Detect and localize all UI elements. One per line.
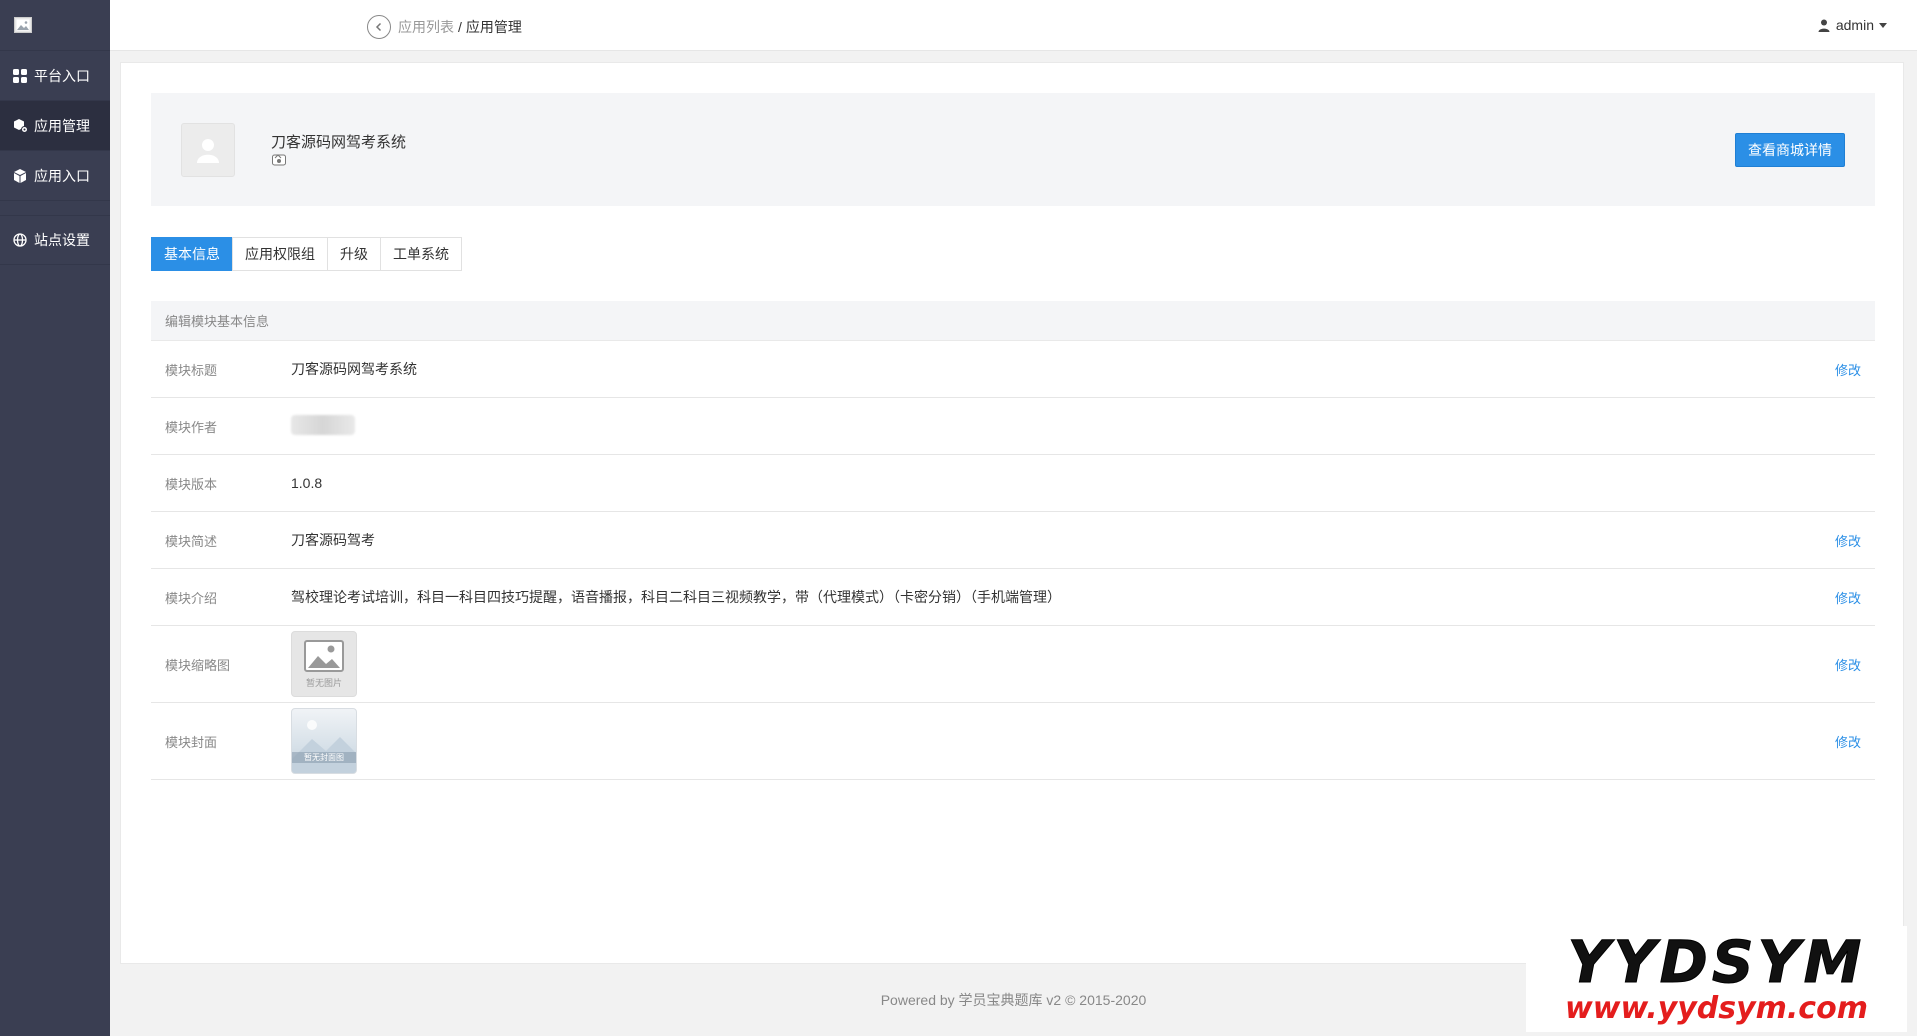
row-value: 驾校理论考试培训，科目一科目四技巧提醒，语音播报，科目二科目三视频教学，带（代理… xyxy=(291,589,1061,605)
tab-ticket-system[interactable]: 工单系统 xyxy=(380,237,462,271)
info-row-title: 模块标题 刀客源码网驾考系统 修改 xyxy=(151,341,1875,398)
back-button[interactable] xyxy=(367,15,391,39)
row-label: 模块版本 xyxy=(165,476,218,492)
topbar: 应用列表 / 应用管理 admin xyxy=(110,0,1917,51)
cube-icon xyxy=(12,168,28,184)
landscape-icon xyxy=(292,720,356,773)
edit-title-link[interactable]: 修改 xyxy=(1835,360,1861,379)
row-value: 刀客源码驾考 xyxy=(291,532,375,548)
tab-permission-groups[interactable]: 应用权限组 xyxy=(232,237,328,271)
user-menu[interactable]: admin xyxy=(1818,17,1887,33)
info-row-author: 模块作者 xyxy=(151,398,1875,455)
row-label: 模块封面 xyxy=(165,734,218,750)
sidebar: 平台入口 应用管理 应用入口 站点设置 xyxy=(0,0,110,1036)
sidebar-item-app-management[interactable]: 应用管理 xyxy=(0,101,110,151)
cube-gear-icon xyxy=(12,118,28,134)
sidebar-item-label: 应用入口 xyxy=(34,167,90,184)
user-placeholder-icon xyxy=(197,139,219,163)
tab-upgrade[interactable]: 升级 xyxy=(327,237,381,271)
chevron-left-icon xyxy=(375,22,382,32)
watermark-url: www.yydsym.com xyxy=(1565,991,1868,1026)
logo[interactable] xyxy=(0,0,110,51)
caret-down-icon xyxy=(1879,22,1887,28)
breadcrumb-separator: / xyxy=(458,19,462,35)
info-table: 模块标题 刀客源码网驾考系统 修改 模块作者 模块版本 1.0.8 模块简述 刀… xyxy=(151,341,1875,780)
tab-basic-info[interactable]: 基本信息 xyxy=(151,237,233,271)
info-row-cover: 模块封面 暂无封面图 修改 xyxy=(151,703,1875,780)
section-title: 编辑模块基本信息 xyxy=(151,301,1875,341)
author-redacted xyxy=(291,414,355,438)
cover-placeholder[interactable]: 暂无封面图 xyxy=(291,708,357,774)
sidebar-item-label: 站点设置 xyxy=(34,232,90,248)
row-value: 1.0.8 xyxy=(291,475,323,491)
edit-thumbnail-link[interactable]: 修改 xyxy=(1835,655,1861,674)
sidebar-item-site-settings[interactable]: 站点设置 xyxy=(0,215,110,265)
main-panel: 刀客源码网驾考系统 查看商城详情 基本信息 应用权限组 升级 工单系统 编辑模块… xyxy=(120,62,1904,964)
sidebar-item-label: 平台入口 xyxy=(34,67,90,84)
username: admin xyxy=(1835,17,1874,33)
row-label: 模块缩略图 xyxy=(165,657,231,673)
cover-caption: 暂无封面图 xyxy=(292,752,356,763)
row-label: 模块标题 xyxy=(165,362,218,378)
thumbnail-placeholder[interactable]: 暂无图片 xyxy=(291,631,357,697)
app-name: 刀客源码网驾考系统 xyxy=(271,134,407,151)
sidebar-item-app-entry[interactable]: 应用入口 xyxy=(0,151,110,201)
edit-cover-link[interactable]: 修改 xyxy=(1835,732,1861,751)
tab-bar: 基本信息 应用权限组 升级 工单系统 xyxy=(151,237,462,271)
image-icon xyxy=(14,17,32,33)
row-label: 模块介绍 xyxy=(165,590,218,606)
info-row-summary: 模块简述 刀客源码驾考 修改 xyxy=(151,512,1875,569)
watermark: YYDSYM www.yydsym.com xyxy=(1526,926,1907,1032)
image-placeholder-icon xyxy=(304,639,344,672)
watermark-logo: YYDSYM xyxy=(1567,928,1866,996)
grid-icon xyxy=(12,68,28,84)
sidebar-item-platform[interactable]: 平台入口 xyxy=(0,51,110,101)
user-icon xyxy=(1818,19,1830,32)
globe-icon xyxy=(12,232,28,248)
breadcrumb-current: 应用管理 xyxy=(465,19,522,35)
thumbnail-caption: 暂无图片 xyxy=(305,677,342,688)
row-label: 模块作者 xyxy=(165,419,218,435)
edit-summary-link[interactable]: 修改 xyxy=(1835,531,1861,550)
breadcrumb-parent[interactable]: 应用列表 xyxy=(398,19,454,35)
info-row-version: 模块版本 1.0.8 xyxy=(151,455,1875,512)
row-value: 刀客源码网驾考系统 xyxy=(291,361,417,377)
sidebar-item-label: 应用管理 xyxy=(34,117,90,134)
app-avatar xyxy=(181,123,235,177)
breadcrumb: 应用列表 / 应用管理 xyxy=(398,17,522,37)
app-header: 刀客源码网驾考系统 查看商城详情 xyxy=(151,93,1875,206)
row-label: 模块简述 xyxy=(165,533,218,549)
info-row-thumbnail: 模块缩略图 暂无图片 修改 xyxy=(151,626,1875,703)
view-shop-details-button[interactable]: 查看商城详情 xyxy=(1735,133,1845,167)
edit-description-link[interactable]: 修改 xyxy=(1835,588,1861,607)
info-row-description: 模块介绍 驾校理论考试培训，科目一科目四技巧提醒，语音播报，科目二科目三视频教学… xyxy=(151,569,1875,626)
app-type-icon xyxy=(272,152,287,169)
